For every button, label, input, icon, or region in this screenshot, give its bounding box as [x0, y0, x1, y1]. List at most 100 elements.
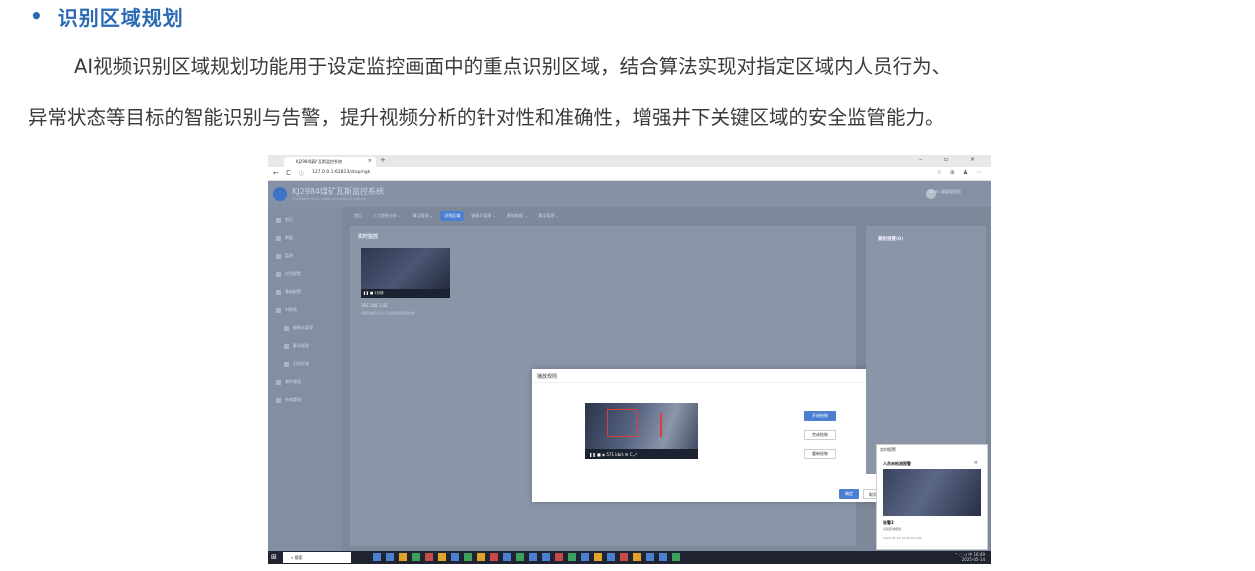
finish-drawing-button[interactable]: 完成绘制: [804, 430, 836, 440]
camera-description: 识别区域有人员上下设置请检查识别状态: [361, 311, 416, 315]
app-subtitle: Intelligent mine video surveillance syst…: [292, 197, 367, 201]
user-name[interactable]: admin 超级管理员: [927, 189, 961, 195]
tab-home[interactable]: 首页: [350, 211, 366, 221]
taskbar-search[interactable]: ⌕ 搜索: [283, 552, 351, 563]
region-line[interactable]: [660, 413, 670, 437]
app-icon[interactable]: [438, 553, 446, 561]
app-logo-icon: [273, 187, 287, 201]
browser-tab-strip: KJ2984煤矿瓦斯监控系统 × + – ▫ ×: [268, 155, 991, 167]
app-title: KJ2984煤矿瓦斯监控系统: [292, 187, 384, 196]
app-icon[interactable]: [555, 553, 563, 561]
close-tab-icon[interactable]: ×: [368, 158, 372, 164]
video-controls[interactable]: ❚❚ ■ ◈ 571 kb/s ⚙ C ⤢: [585, 449, 698, 459]
app-icon[interactable]: [529, 553, 537, 561]
app-icon[interactable]: [594, 553, 602, 561]
browser-toolbar-icons[interactable]: ☆ ⊕ ♟ ⋯: [936, 169, 985, 176]
menu-icon: [276, 217, 281, 223]
section-heading-text: 识别区域规划: [57, 5, 184, 30]
modal-title: 播放规则: [537, 374, 558, 380]
windows-start-icon[interactable]: ⊞: [271, 553, 277, 561]
app-icon[interactable]: [464, 553, 472, 561]
region-modal: 播放规则 × ❚❚ ■ ◈ 571 kb/s ⚙ C ⤢ 开始绘制 完成绘制 重…: [532, 369, 892, 502]
sidebar-item[interactable]: 系统管理: [276, 397, 301, 403]
app-icon[interactable]: [568, 553, 576, 561]
menu-icon: [276, 235, 281, 241]
app-icon[interactable]: [503, 553, 511, 561]
sidebar-item[interactable]: 应用配置: [276, 271, 301, 277]
menu-icon: [276, 379, 281, 385]
tab-camera[interactable]: 摄像头管理 ⌄: [467, 211, 500, 221]
tab-region[interactable]: 识别区域: [440, 211, 465, 221]
sidebar-item[interactable]: 数据: [276, 235, 293, 241]
start-drawing-button[interactable]: 开始绘制: [804, 411, 836, 421]
sidebar-item[interactable]: 基础配置: [276, 289, 301, 295]
section-heading: • 识别区域规划: [30, 3, 184, 30]
browser-tab[interactable]: KJ2984煤矿瓦斯监控系统 ×: [284, 157, 376, 167]
app-icon[interactable]: [399, 553, 407, 561]
tab-ai-analysis[interactable]: 人工智能分析 ⌄: [369, 211, 406, 221]
app-icon[interactable]: [451, 553, 459, 561]
tab-base-data[interactable]: 基础数据 ⌄: [503, 211, 532, 221]
site-info-icon[interactable]: ⓘ: [299, 170, 304, 177]
sidebar-item[interactable]: 监测: [276, 253, 293, 259]
app-icon[interactable]: [477, 553, 485, 561]
alarm-time: 2025-05-14 16:49:04.395: [883, 536, 922, 540]
modal-header: 播放规则 ×: [532, 369, 892, 383]
menu-icon: [276, 289, 281, 295]
alarm-type: 识别区域报警: [883, 527, 902, 531]
back-icon[interactable]: ←: [273, 169, 279, 177]
menu-icon: [276, 307, 281, 313]
camera-thumbnail[interactable]: ❚❚ ■ 1分钟: [361, 248, 450, 298]
sidebar-subitem-active[interactable]: 识别区域: [284, 361, 309, 367]
tab-algorithm-2[interactable]: 算法管理 ⌄: [535, 211, 564, 221]
url-field[interactable]: 127.0.0.1:62813/stop/ngk: [312, 170, 370, 175]
sidebar: 首页 数据 监测 应用配置 基础配置 AI视频 摄像头管理 算法管理 识别区域 …: [268, 207, 342, 551]
sidebar-item[interactable]: 事件管理: [276, 379, 301, 385]
region-box[interactable]: [607, 409, 637, 437]
app-icon[interactable]: [425, 553, 433, 561]
app-icon[interactable]: [542, 553, 550, 561]
system-tray[interactable]: ⌃ ◌ ◁ 中 16:49 2025-05-14: [954, 552, 985, 562]
app-icon[interactable]: [607, 553, 615, 561]
app-icon[interactable]: [659, 553, 667, 561]
sidebar-subitem[interactable]: 摄像头管理: [284, 325, 313, 331]
alarm-panel: 最新报警(0): [866, 226, 986, 474]
thumbnail-controls[interactable]: ❚❚ ■ 1分钟: [361, 289, 450, 298]
menu-icon: [284, 325, 289, 331]
app-icon[interactable]: [633, 553, 641, 561]
sidebar-item[interactable]: AI视频: [276, 307, 297, 313]
close-icon[interactable]: ×: [974, 460, 978, 466]
alarm-snapshot[interactable]: [883, 469, 981, 516]
app-icon[interactable]: [672, 553, 680, 561]
menu-icon: [284, 343, 289, 349]
video-player[interactable]: ❚❚ ■ ◈ 571 kb/s ⚙ C ⤢: [585, 403, 698, 459]
confirm-button[interactable]: 确定: [839, 489, 859, 499]
redraw-button[interactable]: 重新绘制: [804, 449, 836, 459]
top-nav-tabs: 首页 人工智能分析 ⌄ 算法管理 ⌄ 识别区域 摄像头管理 ⌄ 基础数据 ⌄ 算…: [350, 211, 563, 221]
reload-icon[interactable]: C: [286, 169, 291, 177]
menu-icon: [276, 397, 281, 403]
paragraph-line-1: AI视频识别区域规划功能用于设定监控画面中的重点识别区域，结合算法实现对指定区域…: [74, 55, 952, 78]
taskbar: ⊞ ⌕ 搜索 ⌃ ◌ ◁ 中 16:49 2025-05-14: [268, 551, 991, 564]
browser-tab-title: KJ2984煤矿瓦斯监控系统: [296, 159, 342, 164]
new-tab-icon[interactable]: +: [380, 156, 386, 164]
app-icon[interactable]: [373, 553, 381, 561]
app-header: KJ2984煤矿瓦斯监控系统 Intelligent mine video su…: [268, 181, 991, 207]
app-icon[interactable]: [646, 553, 654, 561]
embedded-screenshot: KJ2984煤矿瓦斯监控系统 × + – ▫ × ← C ⓘ 127.0.0.1…: [268, 155, 991, 564]
sidebar-subitem[interactable]: 算法管理: [284, 343, 309, 349]
tab-algorithm[interactable]: 算法管理 ⌄: [409, 211, 438, 221]
sidebar-item[interactable]: 首页: [276, 217, 293, 223]
address-bar: ← C ⓘ 127.0.0.1:62813/stop/ngk ☆ ⊕ ♟ ⋯: [268, 167, 991, 181]
app-icon[interactable]: [581, 553, 589, 561]
app-icon[interactable]: [516, 553, 524, 561]
taskbar-apps: [373, 553, 680, 561]
app-icon[interactable]: [490, 553, 498, 561]
main-content: 实时监控 ❚❚ ■ 1分钟 192.168.1.41 识别区域有人员上下设置请检…: [350, 226, 892, 546]
app-icon[interactable]: [386, 553, 394, 561]
window-controls[interactable]: – ▫ ×: [919, 156, 985, 163]
app-icon[interactable]: [620, 553, 628, 561]
popup-header: 实时报警: [880, 447, 896, 452]
menu-icon: [276, 271, 281, 277]
app-icon[interactable]: [412, 553, 420, 561]
